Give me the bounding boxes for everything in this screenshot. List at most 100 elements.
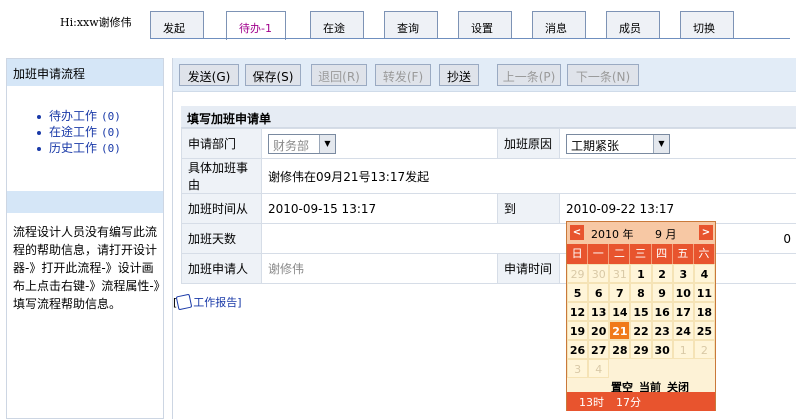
chevron-down-icon: ▼ [319,134,335,153]
table-row: 加班时间从 2010-09-15 13:17 到 2010-09-22 13:1… [181,193,796,224]
calendar-day[interactable]: 30 [588,264,610,283]
weekday-label: 二 [609,244,631,264]
calendar-day[interactable]: 3 [672,264,694,283]
calendar-day[interactable]: 1 [672,340,694,359]
next-button[interactable]: 下一条(N) [567,64,639,86]
tab-query[interactable]: 查询 [384,11,438,39]
year-select[interactable]: 2010 年 [591,226,641,241]
calendar-day[interactable]: 14 [609,302,631,321]
tab-settings[interactable]: 设置 [458,11,512,39]
chevron-down-icon: ▼ [653,134,669,153]
user-greeting: Hi:xxw谢修伟 [60,16,132,29]
calendar-day[interactable]: 29 [630,340,652,359]
calendar-day[interactable]: 28 [609,340,631,359]
time-bar: 13时 17分 [567,392,715,411]
table-row: 具体加班事由 谢修伟在09月21号13:17发起 [181,158,796,194]
calendar-day[interactable]: 25 [693,321,715,340]
calendar-day[interactable]: 12 [567,302,589,321]
to-time-field[interactable]: 2010-09-22 13:17 [559,193,796,224]
sidebar-item-in-progress[interactable]: 在途工作 (0) [37,124,163,140]
calendar-day[interactable]: 22 [630,321,652,340]
weekday-label: 三 [630,244,652,264]
calendar-day[interactable]: 2 [651,264,673,283]
sidebar-item-label: 待办工作 [49,109,98,123]
tab-messages[interactable]: 消息 [532,11,586,39]
top-tab-bar: Hi:xxw谢修伟 发起 待办-1 在途 查询 设置 消息 成员 切换 [0,0,796,40]
reason-cell: 工期紧张 ▼ [559,128,796,159]
tab-switch[interactable]: 切换 [680,11,734,39]
dept-label: 申请部门 [181,128,262,159]
weekday-label: 一 [588,244,610,264]
calendar-day[interactable]: 1 [630,264,652,283]
calendar-day[interactable]: 27 [588,340,610,359]
month-select[interactable]: 9 月 [655,226,695,242]
forward-button[interactable]: 转发(F) [375,64,431,86]
tab-initiate[interactable]: 发起 [150,11,204,39]
left-panel: 加班申请流程 待办工作 (0) 在途工作 (0) 历史工作 (0) 流程设计人员没有编… [6,58,164,419]
calendar-day[interactable]: 23 [651,321,673,340]
sidebar-item-label: 在途工作 [49,125,98,139]
hour-select[interactable]: 13时 [579,394,604,410]
calendar-day[interactable]: 3 [567,359,589,378]
calendar-day[interactable]: 29 [567,264,589,283]
calendar-day[interactable]: 4 [588,359,610,378]
table-row: 申请部门 财务部 ▼ 加班原因 工期紧张 ▼ [181,128,796,159]
work-report-label: 工作报告] [193,296,242,309]
sidebar-item-count: (0) [101,142,121,155]
calendar-day[interactable]: 13 [588,302,610,321]
send-button[interactable]: 发送(G) [179,64,239,86]
minute-select[interactable]: 17分 [616,394,641,410]
tab-in-progress[interactable]: 在途 [310,11,364,39]
calendar-day[interactable]: 7 [609,283,631,302]
calendar-day-selected[interactable]: 21 [609,321,631,340]
work-report-link[interactable]: [工作报告] [173,293,242,311]
detail-label: 具体加班事由 [181,158,262,194]
calendar-day[interactable]: 8 [630,283,652,302]
sidebar-item-history[interactable]: 历史工作 (0) [37,140,163,156]
prev-button[interactable]: 上一条(P) [497,64,561,86]
return-button[interactable]: 退回(R) [311,64,367,86]
calendar-day[interactable]: 2 [693,340,715,359]
pen-icon [175,293,193,311]
calendar-day[interactable]: 10 [672,283,694,302]
calendar-day[interactable]: 5 [567,283,589,302]
to-label: 到 [497,193,560,224]
weekday-label: 六 [694,244,715,264]
calendar-day[interactable]: 26 [567,340,589,359]
calendar-day[interactable]: 6 [588,283,610,302]
calendar-day[interactable]: 16 [651,302,673,321]
dept-cell: 财务部 ▼ [261,128,498,159]
calendar-day[interactable]: 11 [693,283,715,302]
calendar-day[interactable]: 9 [651,283,673,302]
calendar-day[interactable]: 24 [672,321,694,340]
prev-month-button[interactable]: < [570,225,584,240]
calendar-day[interactable]: 19 [567,321,589,340]
from-time-field[interactable]: 2010-09-15 13:17 [261,193,498,224]
tab-todo[interactable]: 待办-1 [226,11,286,40]
from-label: 加班时间从 [181,193,262,224]
calendar-day[interactable]: 18 [693,302,715,321]
calendar-day[interactable]: 4 [693,264,715,283]
calendar-day[interactable]: 15 [630,302,652,321]
calendar-day[interactable]: 30 [651,340,673,359]
day-grid: 29 30 31 1 2 3 4 5 6 7 8 9 10 11 12 13 14 15 16 17 18 19 20 21 2… [567,264,715,378]
dept-select[interactable]: 财务部 ▼ [268,133,336,154]
weekday-row: 日一二三四五六 [567,244,715,264]
work-list: 待办工作 (0) 在途工作 (0) 历史工作 (0) [7,86,163,156]
reason-value: 工期紧张 [571,138,620,153]
calendar-day[interactable]: 17 [672,302,694,321]
calendar-day[interactable]: 31 [609,264,631,283]
weekday-label: 四 [652,244,673,264]
cc-button[interactable]: 抄送 [439,64,479,86]
tab-members[interactable]: 成员 [606,11,660,39]
save-button[interactable]: 保存(S) [245,64,301,86]
next-month-button[interactable]: > [699,225,713,240]
reason-select[interactable]: 工期紧张 ▼ [566,133,670,154]
sidebar-item-count: (0) [101,110,121,123]
calendar-header: < 2010 年 9 月 > [567,222,715,244]
calendar-day[interactable]: 20 [588,321,610,340]
detail-field[interactable]: 谢修伟在09月21号13:17发起 [261,158,796,194]
sidebar-item-todo[interactable]: 待办工作 (0) [37,108,163,124]
applicant-field[interactable]: 谢修伟 [261,253,498,284]
weekday-label: 日 [567,244,589,264]
